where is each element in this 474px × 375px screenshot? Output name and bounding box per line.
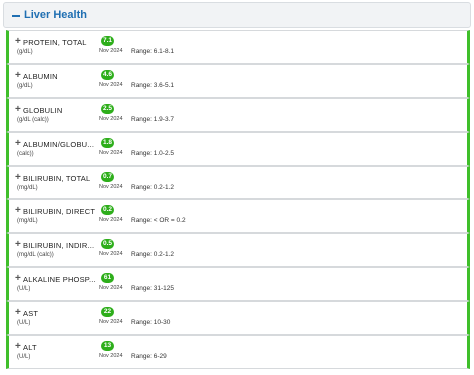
value-badge: 4.6 <box>101 69 115 80</box>
test-date: Nov 2024 <box>99 149 123 156</box>
value-badge: 0.7 <box>101 171 115 182</box>
test-range: Range: 31-125 <box>131 285 175 293</box>
test-row-bilirubin-direct[interactable]: + BILIRUBIN, DIRECT (mg/dL) 0.2 Nov 2024… <box>6 199 470 234</box>
test-name: ALBUMIN <box>23 71 58 81</box>
test-unit: (U/L) <box>17 286 31 293</box>
test-row-alkaline-phosphatase[interactable]: + ALKALINE PHOSP... (U/L) 61 Nov 2024 Ra… <box>6 267 470 302</box>
test-row-bilirubin-total[interactable]: + BILIRUBIN, TOTAL (mg/dL) 0.7 Nov 2024 … <box>6 165 470 200</box>
test-date: Nov 2024 <box>99 48 123 54</box>
expand-plus-icon[interactable]: + <box>15 274 21 284</box>
expand-plus-icon[interactable]: + <box>15 206 21 216</box>
test-name: BILIRUBIN, INDIR... <box>23 241 95 251</box>
expand-plus-icon[interactable]: + <box>15 172 21 183</box>
test-unit: (calc)) <box>17 150 34 157</box>
test-unit: (mg/dL) <box>17 184 38 191</box>
test-date: Nov 2024 <box>99 183 123 190</box>
test-name: ALT <box>23 343 37 353</box>
test-date: Nov 2024 <box>99 81 123 88</box>
test-range: Range: 1.0-2.5 <box>131 149 175 157</box>
test-name: BILIRUBIN, DIRECT <box>23 207 96 217</box>
test-unit: (mg/dL) <box>17 218 38 225</box>
test-unit: (U/L) <box>17 354 31 361</box>
test-unit: (U/L) <box>17 320 31 327</box>
liver-health-panel: Liver Health + PROTEIN, TOTAL (g/dL) 7.1… <box>3 2 471 375</box>
test-row-albumin-globulin-ratio[interactable]: + ALBUMIN/GLOBU... (calc)) 1.8 Nov 2024 … <box>6 131 470 166</box>
value-badge: 13 <box>101 341 114 352</box>
expand-plus-icon[interactable]: + <box>15 342 21 352</box>
test-range: Range: 6.1-8.1 <box>131 48 175 55</box>
test-row-protein-total[interactable]: + PROTEIN, TOTAL (g/dL) 7.1 Nov 2024 Ran… <box>6 30 470 64</box>
test-row-ast[interactable]: + AST (U/L) 22 Nov 2024 Range: 10-30 <box>6 301 470 336</box>
test-date: Nov 2024 <box>99 217 123 224</box>
test-date: Nov 2024 <box>99 285 123 292</box>
test-range: Range: < OR = 0.2 <box>131 217 186 225</box>
test-range: Range: 3.6-5.1 <box>131 81 175 89</box>
value-badge: 22 <box>101 307 114 318</box>
test-unit: (g/dL (calc)) <box>17 116 49 123</box>
panel-title: Liver Health <box>24 9 87 21</box>
test-row-bilirubin-indirect[interactable]: + BILIRUBIN, INDIR... (mg/dL (calc)) 0.5… <box>6 233 470 268</box>
expand-plus-icon[interactable]: + <box>15 138 21 149</box>
value-badge: 1.8 <box>101 137 115 148</box>
value-badge: 7.1 <box>101 36 115 46</box>
test-date: Nov 2024 <box>99 251 123 258</box>
test-range: Range: 6-29 <box>131 353 167 361</box>
test-name: BILIRUBIN, TOTAL <box>23 173 91 183</box>
test-range: Range: 1.9-3.7 <box>131 115 175 123</box>
test-name: AST <box>23 309 39 319</box>
expand-plus-icon[interactable]: + <box>15 240 21 250</box>
value-badge: 2.5 <box>101 103 115 114</box>
test-unit: (g/dL) <box>17 49 33 55</box>
test-name: ALBUMIN/GLOBU... <box>23 139 95 149</box>
panel-header[interactable]: Liver Health <box>3 2 471 28</box>
expand-plus-icon[interactable]: + <box>15 308 21 318</box>
test-range: Range: 10-30 <box>131 319 171 327</box>
expand-plus-icon[interactable]: + <box>15 104 21 115</box>
test-list: + PROTEIN, TOTAL (g/dL) 7.1 Nov 2024 Ran… <box>6 30 470 369</box>
test-row-globulin[interactable]: + GLOBULIN (g/dL (calc)) 2.5 Nov 2024 Ra… <box>6 97 470 132</box>
test-range: Range: 0.2-1.2 <box>131 251 175 259</box>
test-name: PROTEIN, TOTAL <box>23 38 87 47</box>
expand-plus-icon[interactable]: + <box>15 37 21 47</box>
value-badge: 61 <box>101 273 114 284</box>
test-range: Range: 0.2-1.2 <box>131 183 175 191</box>
test-date: Nov 2024 <box>99 115 123 122</box>
test-row-alt[interactable]: + ALT (U/L) 13 Nov 2024 Range: 6-29 <box>6 335 470 369</box>
collapse-minus-icon[interactable] <box>12 14 20 17</box>
test-name: GLOBULIN <box>23 105 63 115</box>
value-badge: 0.5 <box>101 239 115 250</box>
test-name: ALKALINE PHOSP... <box>23 275 96 285</box>
value-badge: 0.2 <box>101 205 115 216</box>
test-row-albumin[interactable]: + ALBUMIN (g/dL) 4.6 Nov 2024 Range: 3.6… <box>6 63 470 98</box>
test-date: Nov 2024 <box>99 319 123 326</box>
expand-plus-icon[interactable]: + <box>15 70 21 81</box>
test-date: Nov 2024 <box>99 353 123 360</box>
test-unit: (mg/dL (calc)) <box>17 252 54 259</box>
test-unit: (g/dL) <box>17 82 33 89</box>
